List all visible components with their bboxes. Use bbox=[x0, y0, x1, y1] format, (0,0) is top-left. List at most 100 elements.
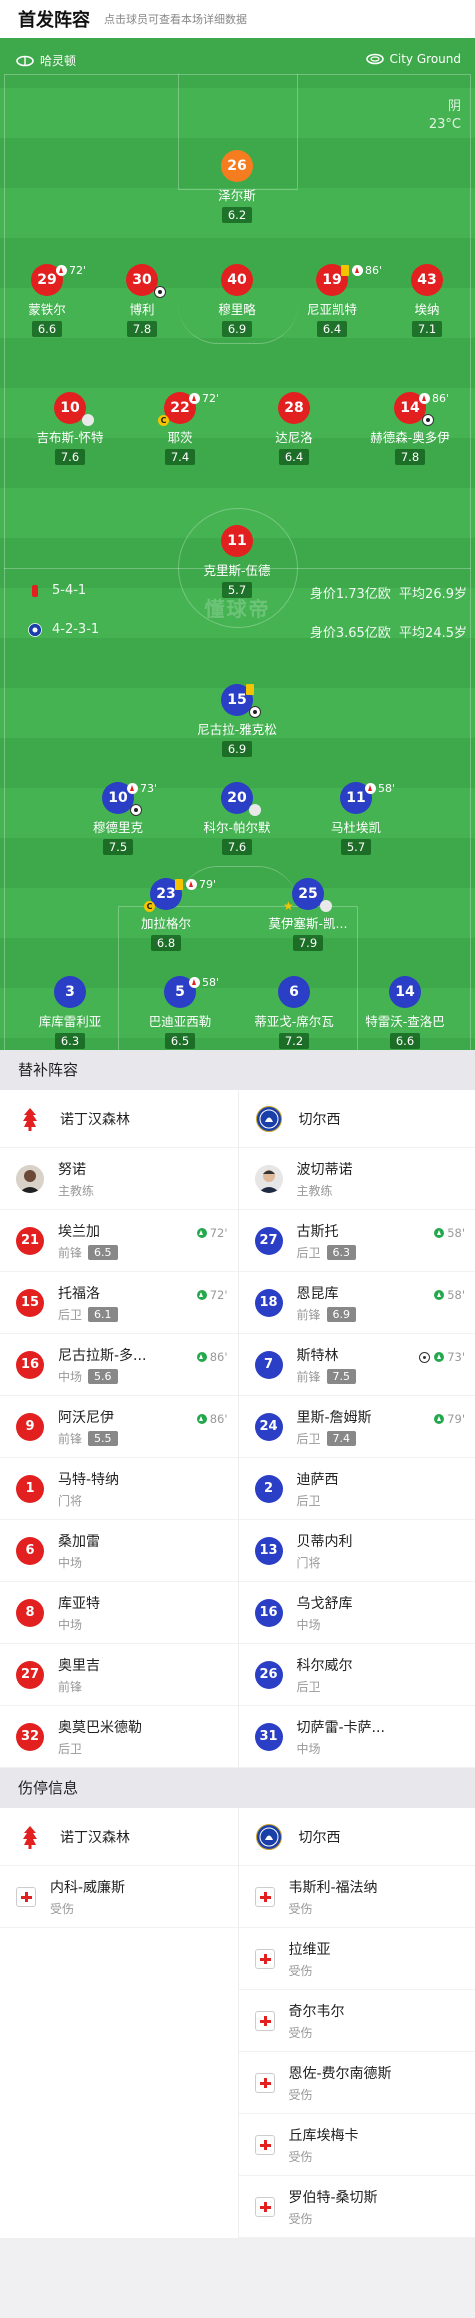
injured-player-row[interactable]: 内科-威廉斯 受伤 bbox=[0, 1866, 238, 1928]
player-name: 加拉格尔 bbox=[140, 916, 191, 931]
injured-player-row[interactable]: 罗伯特-桑切斯 受伤 bbox=[238, 2176, 475, 2238]
lineup-player[interactable]: 22 C 72' 耶茨 7.4 bbox=[125, 392, 235, 465]
away-coach-avatar bbox=[254, 1164, 283, 1193]
sub-player-row[interactable]: 21 埃兰加 前锋 6.5 72' bbox=[0, 1210, 238, 1272]
player-event: 58' bbox=[189, 976, 219, 989]
player-number-badge: 3 bbox=[54, 976, 86, 1008]
player-number-badge: 21 bbox=[16, 1226, 44, 1255]
subs-home-team[interactable]: 诺丁汉森林 bbox=[0, 1090, 238, 1148]
lineup-player[interactable]: 28 达尼洛 6.4 bbox=[239, 392, 349, 465]
injury-away-team[interactable]: 切尔西 bbox=[238, 1808, 475, 1866]
sub-minute: 86' bbox=[432, 392, 450, 405]
sub-player-row[interactable]: 6 桑加雷 中场 bbox=[0, 1520, 238, 1582]
yellow-card-icon bbox=[246, 684, 254, 695]
player-event: 79' bbox=[175, 878, 216, 891]
lineup-player[interactable]: 5 58' 巴迪亚西勒 6.5 bbox=[125, 976, 235, 1049]
sub-player-row[interactable]: 9 阿沃尼伊 前锋 5.5 86' bbox=[0, 1396, 238, 1458]
player-name: 斯特林 bbox=[296, 1347, 339, 1364]
position-text: 后卫 bbox=[58, 1741, 83, 1756]
temperature-text: 23°C bbox=[428, 117, 461, 132]
lineup-player[interactable]: 11 克里斯-伍德 5.7 bbox=[182, 525, 292, 598]
home-formation: 5-4-1 bbox=[28, 583, 86, 598]
page-header: 首发阵容 点击球员可查看本场详细数据 bbox=[0, 0, 475, 38]
lineup-player[interactable]: 14 特雷沃-查洛巴 6.6 bbox=[350, 976, 460, 1049]
player-name: 埃纳 bbox=[414, 302, 440, 317]
player-position: 中场 bbox=[297, 1740, 385, 1757]
player-event: 86' bbox=[419, 392, 449, 405]
injury-away-column: 切尔西 韦斯利-福法纳 受伤拉维亚 受伤奇尔韦尔 受伤 恩佐-费尔南德斯 受伤 丘库埃梅卡受… bbox=[237, 1808, 475, 2238]
injury-section-title: 伤停信息 bbox=[0, 1768, 475, 1808]
sub-off-icon bbox=[189, 977, 200, 988]
player-name: 吉布斯-怀特 bbox=[36, 430, 104, 445]
injured-player-row[interactable]: 恩佐-费尔南德斯 受伤 bbox=[238, 2052, 475, 2114]
lineup-player[interactable]: 26 泽尔斯 6.2 bbox=[182, 150, 292, 223]
injured-player-row[interactable]: 韦斯利-福法纳 受伤 bbox=[238, 1866, 475, 1928]
sub-player-row[interactable]: 32 奥莫巴米德勒 后卫 bbox=[0, 1706, 238, 1768]
sub-on-icon bbox=[196, 1228, 207, 1238]
player-number-badge: 15 bbox=[16, 1288, 44, 1317]
position-text: 中场 bbox=[58, 1555, 83, 1570]
lineup-player[interactable]: 10 73' 穆德里克 7.5 bbox=[63, 782, 173, 855]
lineup-player[interactable]: 25 ★ 莫伊塞斯-凯... 7.9 bbox=[253, 878, 363, 951]
lineup-player[interactable]: 23 C 79' 加拉格尔 6.8 bbox=[111, 878, 221, 951]
player-info: 迪萨西 后卫 bbox=[297, 1469, 339, 1509]
home-value: 身价1.73亿欧 平均26.9岁 bbox=[310, 583, 467, 602]
player-name: 奥莫巴米德勒 bbox=[58, 1719, 142, 1736]
sub-player-row[interactable]: 13 贝蒂内利 门将 bbox=[238, 1520, 475, 1582]
player-info: 拉维亚 受伤 bbox=[289, 1939, 331, 1979]
lineup-player[interactable]: 19 86' 尼亚凯特 6.4 bbox=[277, 264, 387, 337]
home-crest-icon bbox=[32, 584, 38, 597]
lineup-player[interactable]: 6 蒂亚戈-席尔瓦 7.2 bbox=[239, 976, 349, 1049]
player-info: 库亚特 中场 bbox=[58, 1593, 100, 1633]
player-name: 穆里略 bbox=[218, 302, 256, 317]
sub-off-icon bbox=[365, 783, 376, 794]
stadium-icon bbox=[365, 53, 384, 65]
player-name: 古斯托 bbox=[296, 1223, 339, 1240]
lineup-player[interactable]: 10 吉布斯-怀特 7.6 bbox=[15, 392, 125, 465]
goal-ball-icon bbox=[422, 414, 434, 426]
sub-player-row[interactable]: 24 里斯-詹姆斯 后卫 7.4 79' bbox=[238, 1396, 475, 1458]
sub-player-row[interactable]: 1 马特-特纳 门将 bbox=[0, 1458, 238, 1520]
lineup-player[interactable]: 40 穆里略 6.9 bbox=[182, 264, 292, 337]
sub-player-row[interactable]: 27 古斯托 后卫 6.3 58' bbox=[238, 1210, 475, 1272]
sub-player-row[interactable]: 26 科尔威尔 后卫 bbox=[238, 1644, 475, 1706]
lineup-player[interactable]: 14 86' 赫德森-奥多伊 7.8 bbox=[355, 392, 465, 465]
player-position: 前锋 6.9 bbox=[297, 1306, 357, 1323]
sub-player-row[interactable]: 18 恩昆库 前锋 6.9 58' bbox=[238, 1272, 475, 1334]
position-text: 后卫 bbox=[296, 1493, 321, 1508]
lineup-player[interactable]: 43 埃纳 7.1 bbox=[372, 264, 475, 337]
home-age-text: 平均26.9岁 bbox=[399, 587, 467, 602]
player-name: 尼古拉-雅克松 bbox=[197, 722, 277, 737]
away-coach[interactable]: 波切蒂诺 主教练 bbox=[238, 1148, 475, 1210]
sub-player-row[interactable]: 7 斯特林 前锋 7.5 73' bbox=[238, 1334, 475, 1396]
injured-player-row[interactable]: 拉维亚 受伤 bbox=[238, 1928, 475, 1990]
injured-player-row[interactable]: 奇尔韦尔 受伤 bbox=[238, 1990, 475, 2052]
lineup-player[interactable]: 15 尼古拉-雅克松 6.9 bbox=[182, 684, 292, 757]
lineup-player[interactable]: 11 58' 马杜埃凯 5.7 bbox=[301, 782, 411, 855]
away-value-text: 身价3.65亿欧 bbox=[309, 626, 391, 641]
sub-player-row[interactable]: 16 尼古拉斯-多... 中场 5.6 86' bbox=[0, 1334, 238, 1396]
injury-home-team[interactable]: 诺丁汉森林 bbox=[0, 1808, 238, 1866]
lineup-player[interactable]: 3 库库雷利亚 6.3 bbox=[15, 976, 125, 1049]
player-event: 58' bbox=[365, 782, 395, 795]
subs-away-team[interactable]: 切尔西 bbox=[238, 1090, 475, 1148]
sub-player-row[interactable]: 31 切萨雷-卡萨... 中场 bbox=[238, 1706, 475, 1768]
player-rating: 6.4 bbox=[316, 321, 348, 337]
sub-player-row[interactable]: 8 库亚特 中场 bbox=[0, 1582, 238, 1644]
player-name: 特雷沃-查洛巴 bbox=[365, 1014, 445, 1029]
lineup-player[interactable]: 20 科尔-帕尔默 7.6 bbox=[182, 782, 292, 855]
player-name: 泽尔斯 bbox=[218, 188, 256, 203]
player-rating: 7.2 bbox=[278, 1033, 310, 1049]
position-text: 后卫 bbox=[296, 1245, 321, 1260]
injured-player-row[interactable]: 丘库埃梅卡 受伤 bbox=[238, 2114, 475, 2176]
player-rating: 5.7 bbox=[340, 839, 372, 855]
lineup-player[interactable]: 30 博利 7.8 bbox=[87, 264, 197, 337]
sub-player-row[interactable]: 27 奥里吉 前锋 bbox=[0, 1644, 238, 1706]
sub-player-row[interactable]: 15 托福洛 后卫 6.1 72' bbox=[0, 1272, 238, 1334]
sub-player-row[interactable]: 2 迪萨西 后卫 bbox=[238, 1458, 475, 1520]
player-info: 斯特林 前锋 7.5 bbox=[297, 1345, 357, 1385]
injury-status: 受伤 bbox=[288, 2025, 313, 2040]
sub-player-row[interactable]: 16 乌戈舒库 中场 bbox=[238, 1582, 475, 1644]
home-coach[interactable]: 努诺 主教练 bbox=[0, 1148, 238, 1210]
player-number-badge: 31 bbox=[254, 1722, 283, 1751]
